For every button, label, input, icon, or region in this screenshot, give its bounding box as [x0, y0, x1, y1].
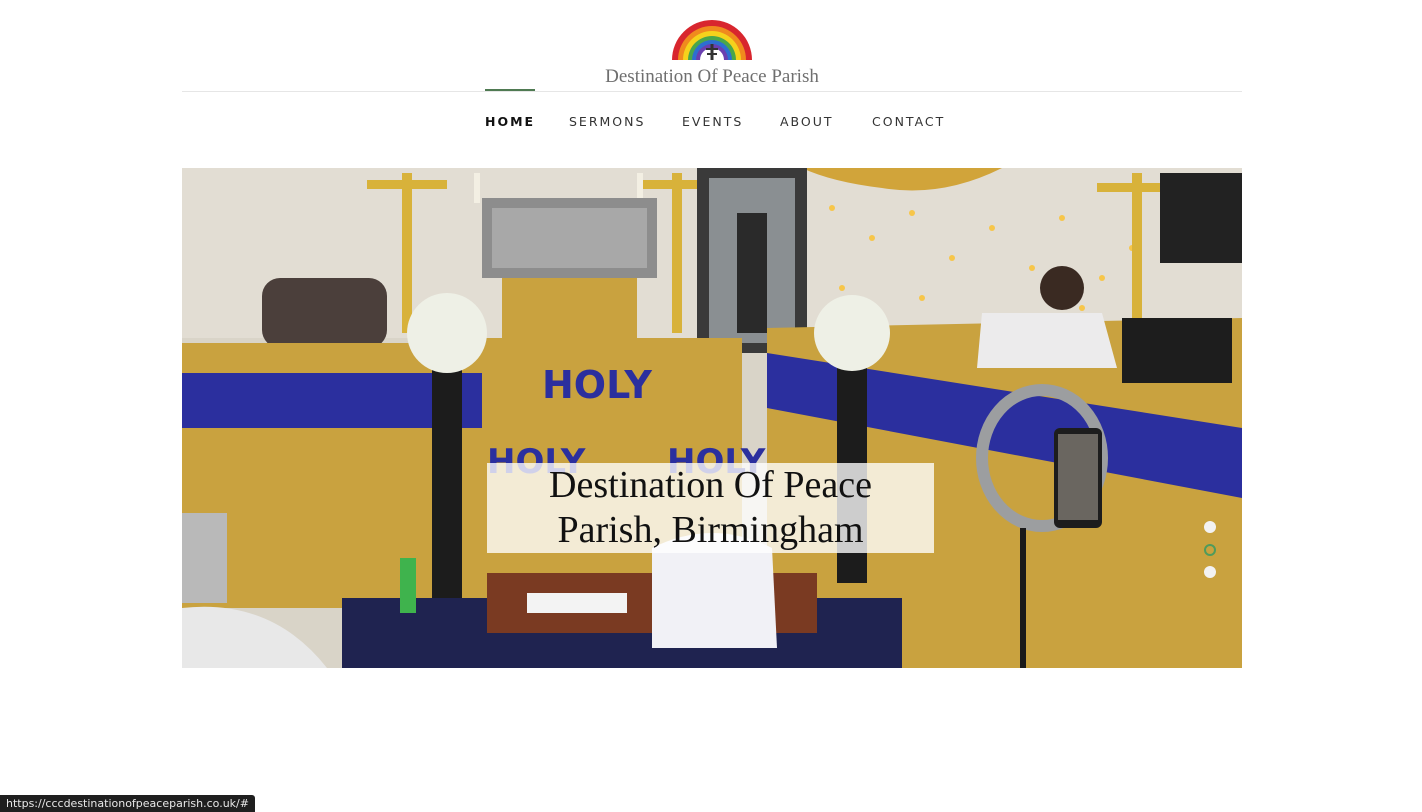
site-title[interactable]: Destination Of Peace Parish: [182, 66, 1242, 88]
altar-cloth-word-1: HOLY: [542, 363, 652, 407]
church-logo[interactable]: [671, 18, 753, 60]
nav-sermons[interactable]: SERMONS: [569, 91, 645, 153]
hero-slider[interactable]: HOLY HOLY HOLY Destination Of Peace Pari…: [182, 168, 1242, 668]
nav-contact[interactable]: CONTACT: [872, 91, 945, 153]
slide-dot-2-active[interactable]: [1204, 544, 1216, 556]
slide-dot-3[interactable]: [1204, 566, 1216, 578]
slide-dot-1[interactable]: [1204, 521, 1216, 533]
site-header: Destination Of Peace Parish: [182, 0, 1242, 92]
nav-home[interactable]: HOME: [485, 89, 536, 153]
nav-events[interactable]: EVENTS: [682, 91, 743, 153]
nav-about[interactable]: ABOUT: [780, 91, 834, 153]
hero-caption: Destination Of Peace Parish, Birmingham: [487, 463, 934, 553]
hero-caption-line-2: Parish, Birmingham: [557, 509, 864, 551]
hero-caption-line-1: Destination Of Peace: [549, 464, 872, 506]
main-navigation: HOME SERMONS EVENTS ABOUT CONTACT: [0, 89, 1422, 153]
hero-image: HOLY HOLY HOLY: [182, 168, 1242, 668]
browser-status-url: https://cccdestinationofpeaceparish.co.u…: [0, 795, 255, 812]
